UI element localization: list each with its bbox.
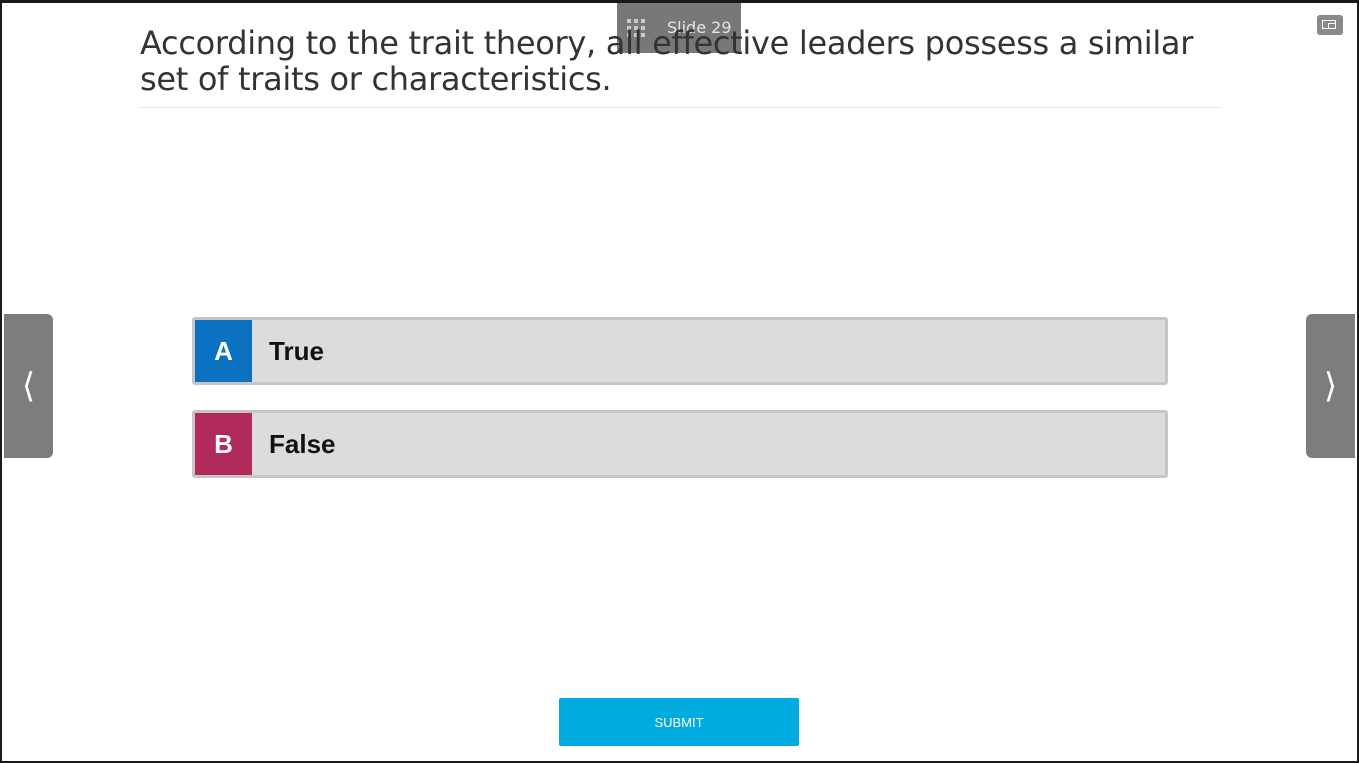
question-text: According to the trait theory, all effec… — [140, 24, 1194, 98]
question-divider — [140, 107, 1220, 108]
option-letter-badge: B — [195, 413, 252, 475]
next-slide-button[interactable]: ⟩ — [1306, 314, 1355, 458]
previous-slide-button[interactable]: ⟨ — [4, 314, 53, 458]
option-letter-badge: A — [195, 320, 252, 382]
answer-option-b[interactable]: B False — [192, 410, 1168, 478]
answer-option-a[interactable]: A True — [192, 317, 1168, 385]
submit-button[interactable]: SUBMIT — [559, 698, 799, 746]
option-label: False — [269, 428, 336, 459]
slide-frame: According to the trait theory, all effec… — [0, 0, 1359, 763]
restore-window-icon[interactable] — [1317, 15, 1343, 35]
option-label: True — [269, 335, 324, 366]
